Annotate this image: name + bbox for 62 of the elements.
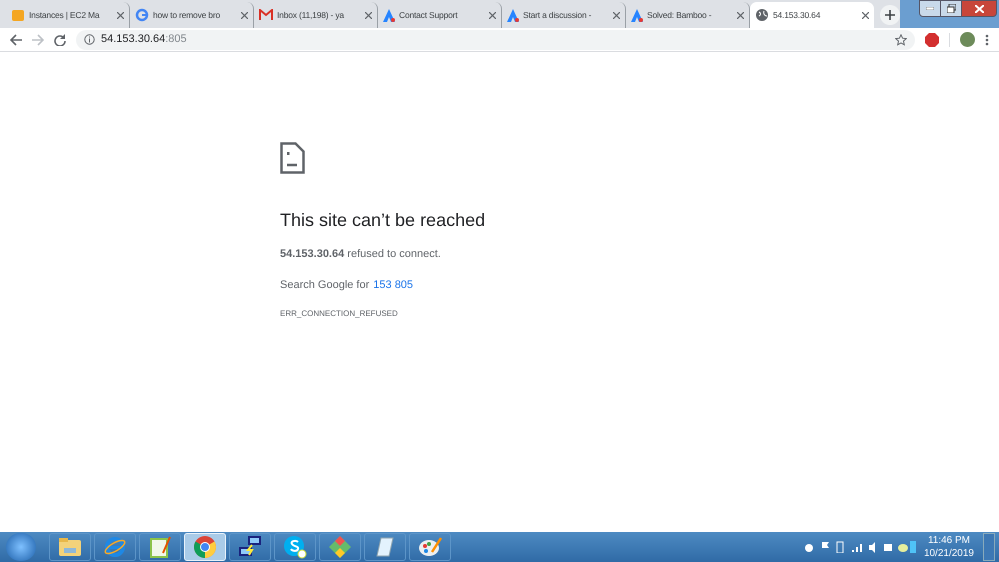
diamond-icon — [328, 535, 352, 559]
start-button[interactable] — [6, 533, 36, 561]
close-icon[interactable] — [737, 12, 744, 18]
notepad-icon — [374, 536, 396, 558]
mail-icon — [259, 9, 273, 21]
taskbar-button[interactable] — [229, 533, 271, 561]
close-icon[interactable] — [365, 12, 372, 18]
new-tab-button[interactable] — [880, 5, 900, 25]
chrome-icon — [193, 535, 217, 559]
tab-title: Solved: Bamboo - — [647, 8, 712, 22]
minimize-icon — [926, 7, 934, 10]
globe-icon — [755, 8, 769, 22]
search-link[interactable]: 153 805 — [373, 276, 414, 293]
search-suggestion: Search Google for — [280, 278, 370, 292]
tab-title: 54.153.30.64 — [773, 8, 822, 22]
tab-title: Start a discussion - — [523, 8, 592, 22]
tab-title: Instances | EC2 Ma — [29, 8, 101, 22]
reload-icon[interactable] — [54, 34, 66, 46]
menu-icon[interactable] — [985, 34, 989, 46]
google-icon — [135, 8, 149, 22]
peak-icon — [383, 8, 395, 22]
star-icon[interactable] — [895, 34, 907, 46]
taskbar-button[interactable] — [364, 533, 406, 561]
back-icon[interactable] — [10, 34, 22, 46]
tab-title: Inbox (11,198) - ya — [277, 8, 346, 22]
close-icon[interactable] — [862, 12, 869, 18]
avatar[interactable] — [960, 32, 975, 47]
computers-icon — [238, 535, 262, 559]
sad-page-icon — [280, 142, 305, 174]
peak-icon — [507, 8, 519, 22]
error-code: ERR_CONNECTION_REFUSED — [280, 308, 398, 320]
taskbar-button[interactable] — [409, 533, 451, 561]
error-message: 54.153.30.64 refused to connect. — [280, 247, 441, 262]
stop-sign-icon[interactable] — [925, 32, 939, 46]
info-icon — [84, 34, 95, 45]
close-icon — [974, 4, 984, 12]
error-title: This site can’t be reached — [280, 209, 486, 232]
box-icon — [11, 8, 25, 22]
peak-icon — [631, 8, 643, 22]
e-logo-icon — [103, 535, 127, 559]
skype-icon — [283, 535, 307, 559]
taskbar-button[interactable] — [274, 533, 316, 561]
close-icon[interactable] — [117, 12, 124, 18]
url-text: 54.153.30.64:805 — [101, 32, 187, 48]
tab-title: how to remove bro — [153, 8, 221, 22]
tab-title: Contact Support — [399, 8, 458, 22]
restore-button[interactable] — [941, 0, 961, 17]
plus-icon — [885, 10, 895, 20]
palette-icon — [418, 536, 442, 558]
clock-time: 11:46 PM — [928, 534, 970, 547]
restore-icon — [946, 4, 956, 13]
minimize-button[interactable] — [919, 0, 941, 17]
taskbar-button[interactable] — [139, 533, 181, 561]
notepad-icon — [149, 535, 171, 559]
close-button[interactable] — [961, 0, 997, 17]
browser-tab[interactable]: 54.153.30.64 — [750, 2, 874, 28]
close-icon[interactable] — [489, 12, 496, 18]
address-bar[interactable]: 54.153.30.64:805 — [76, 30, 915, 50]
close-icon[interactable] — [613, 12, 620, 18]
folder-icon — [58, 537, 82, 557]
close-icon[interactable] — [241, 12, 248, 18]
clock-date: 10/21/2019 — [924, 547, 974, 560]
